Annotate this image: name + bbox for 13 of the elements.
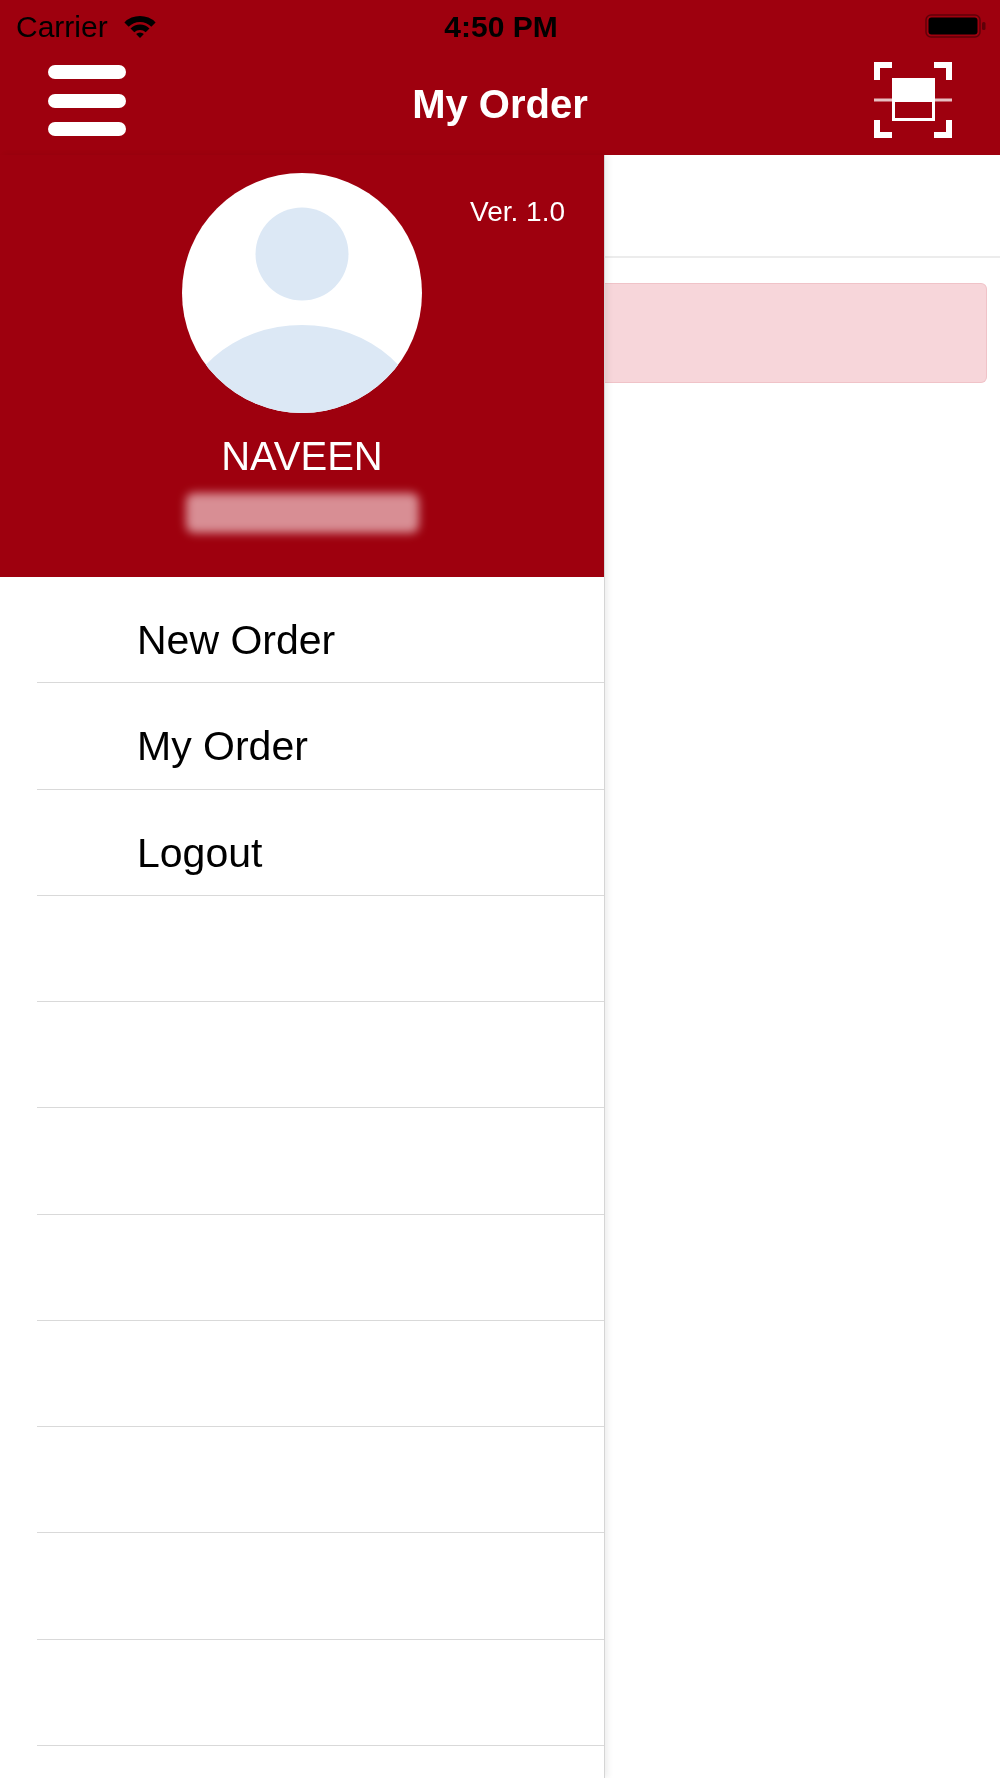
- avatar-icon: [182, 173, 422, 413]
- menu-item[interactable]: My Order: [37, 683, 604, 790]
- user-name: NAVEEN: [221, 433, 383, 480]
- menu-item[interactable]: New Order: [37, 577, 604, 684]
- page-title: My Order: [412, 80, 588, 128]
- wifi-icon: [123, 14, 156, 38]
- time-text: 4:50 PM: [444, 9, 558, 43]
- menu-button[interactable]: [48, 64, 126, 136]
- scan-button[interactable]: [874, 62, 952, 138]
- menu-item[interactable]: Logout: [37, 789, 604, 896]
- battery-icon: [925, 14, 986, 38]
- version-text: Ver. 1.0: [470, 195, 565, 229]
- carrier-text: Carrier: [16, 9, 108, 43]
